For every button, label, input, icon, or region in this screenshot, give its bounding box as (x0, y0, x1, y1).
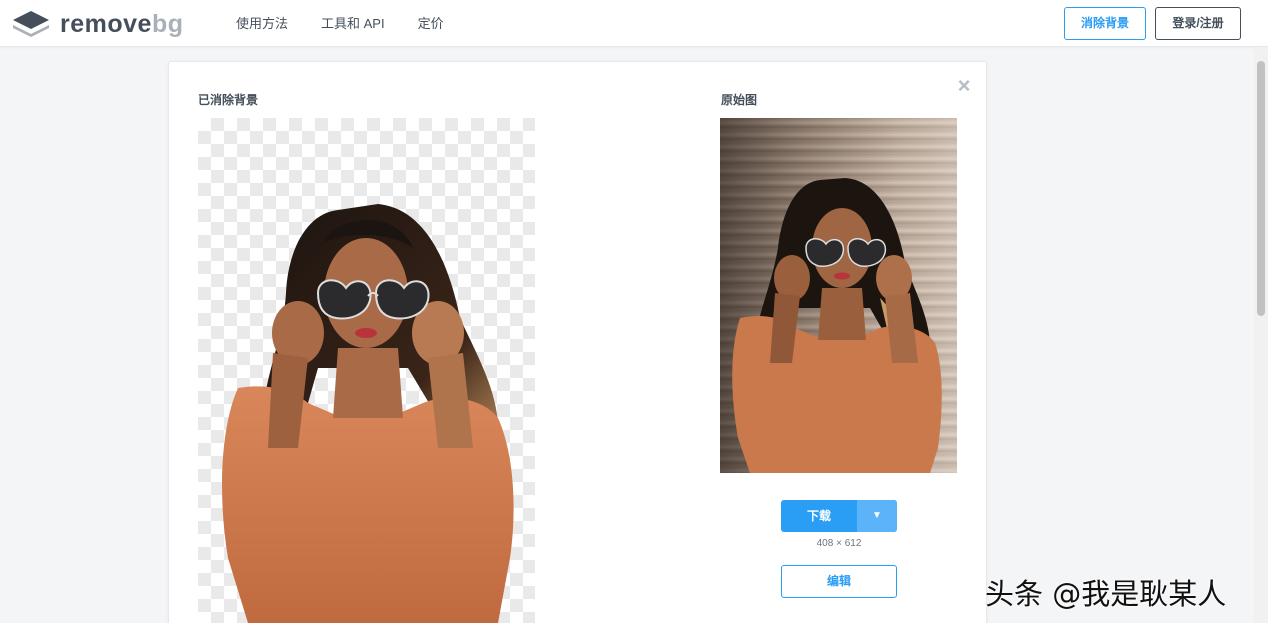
download-button-group: 下载 ▼ (781, 500, 897, 532)
logo-text-bg: bg (151, 10, 184, 38)
close-icon[interactable]: × (954, 75, 974, 97)
logo-text-remove: remove (60, 10, 152, 38)
edit-button[interactable]: 编辑 (781, 565, 897, 598)
download-button[interactable]: 下载 (781, 500, 857, 532)
logo-text: removebg (60, 11, 184, 37)
nav-pricing[interactable]: 定价 (418, 16, 444, 32)
image-dimensions: 408 × 612 (816, 538, 862, 549)
scrollbar-thumb[interactable] (1257, 61, 1265, 316)
person-cutout-image (222, 204, 514, 623)
original-image-label: 原始图 (721, 93, 758, 107)
logo[interactable]: removebg (13, 11, 184, 37)
chevron-down-icon: ▼ (872, 510, 882, 521)
nav-how-to-use[interactable]: 使用方法 (236, 16, 288, 32)
download-options-dropdown[interactable]: ▼ (857, 500, 897, 532)
nav-tools-api[interactable]: 工具和 API (321, 16, 385, 32)
original-image (720, 118, 957, 473)
page-scrollbar[interactable] (1254, 47, 1268, 623)
layers-logo-icon (13, 11, 49, 37)
watermark-text: 头条 @我是耿某人 (985, 577, 1227, 611)
top-nav-bar: removebg 使用方法 工具和 API 定价 消除背景 登录/注册 (0, 0, 1268, 47)
main-nav: 使用方法 工具和 API 定价 (236, 16, 477, 32)
remove-background-button[interactable]: 消除背景 (1064, 7, 1146, 40)
removed-background-preview (198, 118, 535, 623)
login-register-button[interactable]: 登录/注册 (1155, 7, 1241, 40)
original-person-image (732, 178, 942, 473)
removed-bg-label: 已消除背景 (198, 93, 259, 107)
